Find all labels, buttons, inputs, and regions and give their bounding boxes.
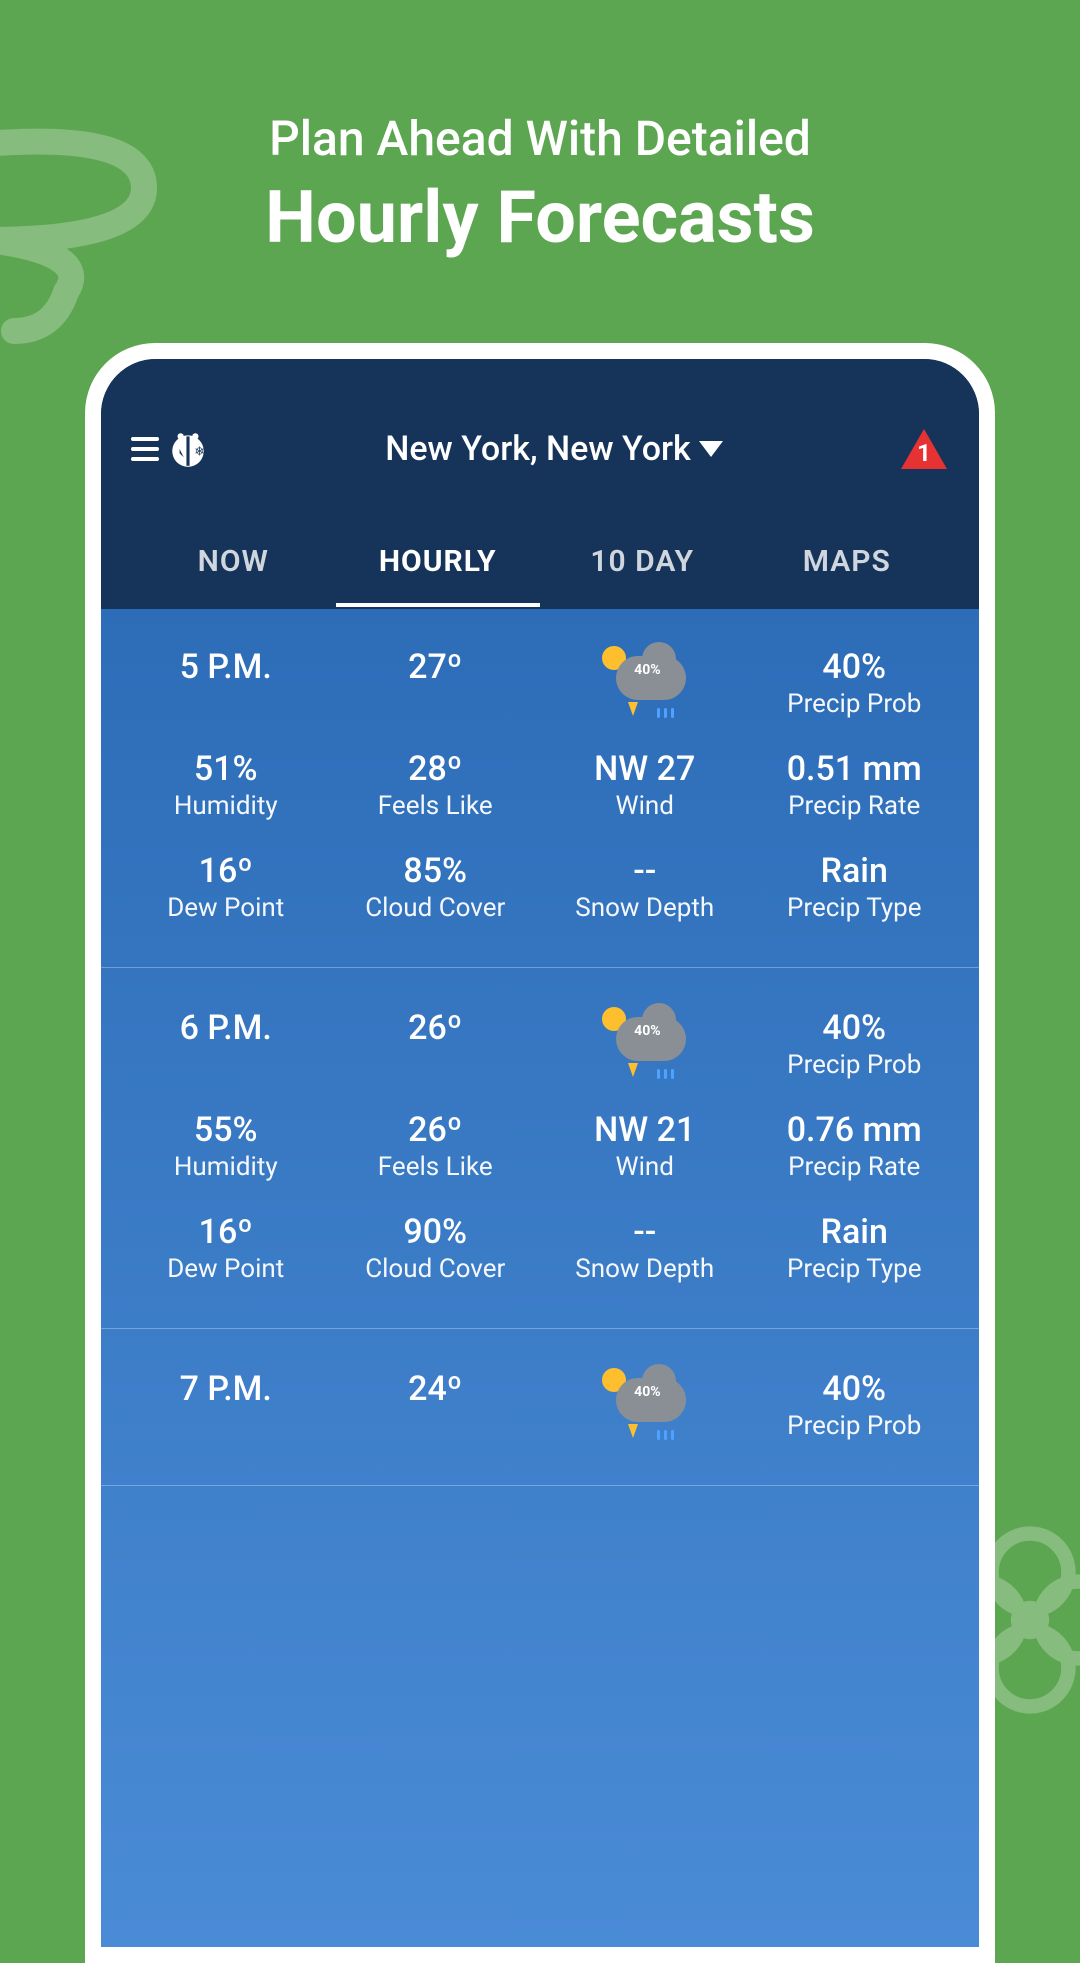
wind-value: NW 21 <box>540 1110 750 1150</box>
humidity-label: Humidity <box>121 791 331 821</box>
phone-frame: ❄ New York, New York 1 NOW <box>85 343 995 1963</box>
tab-hourly[interactable]: HOURLY <box>336 522 541 607</box>
svg-text:❄: ❄ <box>194 444 205 459</box>
hour-time: 7 P.M. <box>121 1369 331 1409</box>
precip-type-value: Rain <box>750 1212 960 1252</box>
app-header: ❄ New York, New York 1 NOW <box>101 359 979 607</box>
dew-point-label: Dew Point <box>121 893 331 923</box>
hour-temp: 24º <box>331 1369 541 1409</box>
dew-point-label: Dew Point <box>121 1254 331 1284</box>
tab-maps[interactable]: MAPS <box>745 522 950 607</box>
humidity-value: 51% <box>121 749 331 789</box>
tab-now[interactable]: NOW <box>131 522 336 607</box>
hour-time: 5 P.M. <box>121 647 331 687</box>
dew-point-value: 16º <box>121 851 331 891</box>
thunderstorm-icon: 40% <box>600 648 690 718</box>
wind-label: Wind <box>540 1152 750 1182</box>
precip-rate-value: 0.76 mm <box>750 1110 960 1150</box>
feels-like-value: 28º <box>331 749 541 789</box>
cloud-cover-value: 85% <box>331 851 541 891</box>
hour-block[interactable]: 7 P.M. 24º 40% 40% Precip Prob <box>101 1329 979 1486</box>
snow-depth-value: -- <box>540 1212 750 1252</box>
cloud-cover-value: 90% <box>331 1212 541 1252</box>
precip-prob-value: 40% <box>750 647 960 687</box>
humidity-label: Humidity <box>121 1152 331 1182</box>
alert-button[interactable]: 1 <box>899 427 949 471</box>
hour-block[interactable]: 5 P.M. 27º 40% 40% Precip Prob <box>101 607 979 968</box>
precip-type-label: Precip Type <box>750 1254 960 1284</box>
snow-depth-label: Snow Depth <box>540 893 750 923</box>
tabs: NOW HOURLY 10 DAY MAPS <box>131 522 949 607</box>
cloud-cover-label: Cloud Cover <box>331 893 541 923</box>
app-screen: ❄ New York, New York 1 NOW <box>101 359 979 1947</box>
alert-count: 1 <box>917 439 931 467</box>
hamburger-icon <box>131 437 159 461</box>
precip-prob-label: Precip Prob <box>750 1050 960 1080</box>
location-label: New York, New York <box>385 429 691 469</box>
snow-depth-value: -- <box>540 851 750 891</box>
precip-prob-value: 40% <box>750 1008 960 1048</box>
precip-prob-label: Precip Prob <box>750 689 960 719</box>
feels-like-value: 26º <box>331 1110 541 1150</box>
wind-label: Wind <box>540 791 750 821</box>
precip-rate-label: Precip Rate <box>750 1152 960 1182</box>
dew-point-value: 16º <box>121 1212 331 1252</box>
cloud-cover-label: Cloud Cover <box>331 1254 541 1284</box>
precip-prob-label: Precip Prob <box>750 1411 960 1441</box>
thunderstorm-icon: 40% <box>600 1370 690 1440</box>
precip-rate-value: 0.51 mm <box>750 749 960 789</box>
wind-value: NW 27 <box>540 749 750 789</box>
hourly-list[interactable]: 5 P.M. 27º 40% 40% Precip Prob <box>101 607 979 1486</box>
humidity-value: 55% <box>121 1110 331 1150</box>
precip-type-label: Precip Type <box>750 893 960 923</box>
hour-temp: 27º <box>331 647 541 687</box>
chevron-down-icon <box>699 441 723 457</box>
feels-like-label: Feels Like <box>331 791 541 821</box>
hour-temp: 26º <box>331 1008 541 1048</box>
hour-time: 6 P.M. <box>121 1008 331 1048</box>
menu-button[interactable]: ❄ <box>131 428 209 470</box>
feels-like-label: Feels Like <box>331 1152 541 1182</box>
location-selector[interactable]: New York, New York <box>385 429 723 469</box>
precip-type-value: Rain <box>750 851 960 891</box>
tornado-decor-icon <box>0 110 170 370</box>
precip-rate-label: Precip Rate <box>750 791 960 821</box>
snow-depth-label: Snow Depth <box>540 1254 750 1284</box>
weatherbug-logo-icon: ❄ <box>167 428 209 470</box>
thunderstorm-icon: 40% <box>600 1009 690 1079</box>
hour-block[interactable]: 6 P.M. 26º 40% 40% Precip Prob <box>101 968 979 1329</box>
precip-prob-value: 40% <box>750 1369 960 1409</box>
tab-10day[interactable]: 10 DAY <box>540 522 745 607</box>
